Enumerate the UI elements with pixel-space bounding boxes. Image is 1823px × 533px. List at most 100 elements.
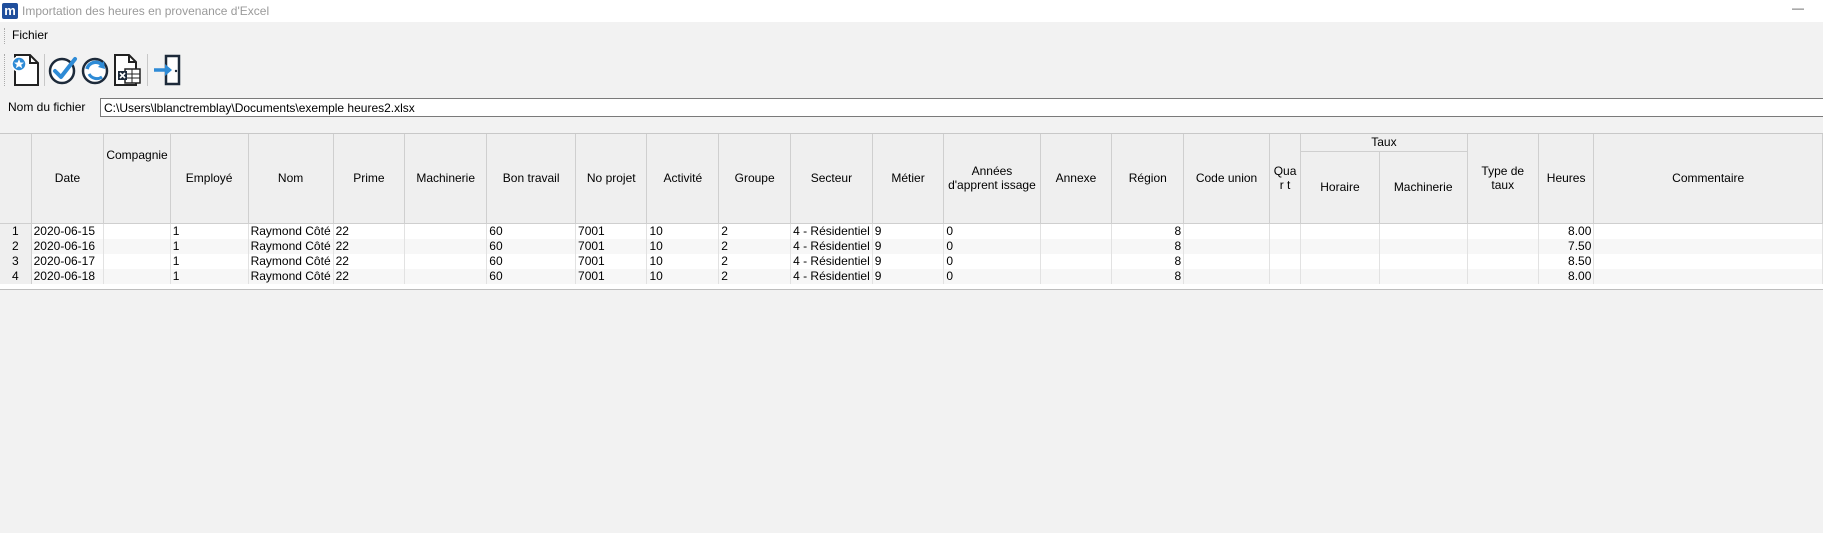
cell-compagnie[interactable] — [103, 238, 171, 254]
cell-prime[interactable]: 22 — [333, 238, 406, 254]
cell-code-union[interactable] — [1183, 268, 1270, 284]
cell-taux-machinerie[interactable] — [1379, 238, 1468, 254]
cell-annexe[interactable] — [1040, 238, 1113, 254]
minimize-button[interactable]: — — [1783, 1, 1813, 19]
col-commentaire[interactable]: Commentaire — [1593, 134, 1823, 224]
cell-nom[interactable]: Raymond Côté — [248, 223, 334, 239]
cell-heures[interactable]: 7.50 — [1538, 238, 1595, 254]
col-machinerie[interactable]: Machinerie — [404, 134, 488, 224]
col-annexe[interactable]: Annexe — [1040, 134, 1113, 224]
row-number[interactable]: 4 — [0, 268, 32, 284]
cell-machinerie[interactable] — [404, 238, 488, 254]
cell-machinerie[interactable] — [404, 268, 488, 284]
cell-machinerie[interactable] — [404, 253, 488, 269]
row-number[interactable]: 2 — [0, 238, 32, 254]
col-quart[interactable]: Quar t — [1269, 134, 1302, 224]
col-metier[interactable]: Métier — [872, 134, 945, 224]
cell-metier[interactable]: 9 — [872, 253, 945, 269]
cell-type-taux[interactable] — [1467, 253, 1539, 269]
cell-taux-horaire[interactable] — [1300, 253, 1380, 269]
cell-metier[interactable]: 9 — [872, 238, 945, 254]
cell-bon-travail[interactable]: 60 — [486, 223, 577, 239]
new-document-icon[interactable] — [10, 53, 42, 87]
cell-type-taux[interactable] — [1467, 223, 1539, 239]
cell-type-taux[interactable] — [1467, 268, 1539, 284]
cell-no-projet[interactable]: 7001 — [575, 223, 648, 239]
cell-employe[interactable]: 1 — [170, 253, 249, 269]
file-path-input[interactable] — [100, 98, 1823, 117]
col-annees-apprentissage[interactable]: Années d'apprent issage — [943, 134, 1041, 224]
cell-quart[interactable] — [1269, 238, 1302, 254]
cell-activite[interactable]: 10 — [646, 238, 720, 254]
cell-bon-travail[interactable]: 60 — [486, 238, 577, 254]
cell-commentaire[interactable] — [1593, 223, 1823, 239]
cell-compagnie[interactable] — [103, 253, 171, 269]
cell-region[interactable]: 8 — [1111, 238, 1185, 254]
table-row[interactable]: 2 2020-06-16 1 Raymond Côté 22 60 7001 10 2 4 - R… — [0, 238, 1823, 254]
cell-employe[interactable]: 1 — [170, 238, 249, 254]
cell-commentaire[interactable] — [1593, 268, 1823, 284]
cell-date[interactable]: 2020-06-18 — [31, 268, 105, 284]
col-code-union[interactable]: Code union — [1183, 134, 1270, 224]
cell-quart[interactable] — [1269, 253, 1302, 269]
cell-prime[interactable]: 22 — [333, 268, 406, 284]
cell-metier[interactable]: 9 — [872, 268, 945, 284]
menu-fichier[interactable]: Fichier — [12, 28, 48, 42]
cell-heures[interactable]: 8.00 — [1538, 268, 1595, 284]
table-row[interactable]: 3 2020-06-17 1 Raymond Côté 22 60 7001 10 2 4 - R… — [0, 253, 1823, 269]
cell-annexe[interactable] — [1040, 223, 1113, 239]
cell-groupe[interactable]: 2 — [718, 238, 792, 254]
cell-secteur[interactable]: 4 - Résidentiel — [790, 268, 873, 284]
cell-no-projet[interactable]: 7001 — [575, 268, 648, 284]
cell-metier[interactable]: 9 — [872, 223, 945, 239]
cell-taux-horaire[interactable] — [1300, 223, 1380, 239]
cell-region[interactable]: 8 — [1111, 268, 1185, 284]
cell-employe[interactable]: 1 — [170, 223, 249, 239]
col-groupe[interactable]: Groupe — [718, 134, 792, 224]
cell-annees[interactable]: 0 — [943, 268, 1041, 284]
cell-nom[interactable]: Raymond Côté — [248, 238, 334, 254]
cell-employe[interactable]: 1 — [170, 268, 249, 284]
cell-nom[interactable]: Raymond Côté — [248, 268, 334, 284]
cell-code-union[interactable] — [1183, 253, 1270, 269]
cell-secteur[interactable]: 4 - Résidentiel — [790, 253, 873, 269]
cell-annexe[interactable] — [1040, 253, 1113, 269]
col-bon-travail[interactable]: Bon travail — [486, 134, 577, 224]
cell-quart[interactable] — [1269, 268, 1302, 284]
col-heures[interactable]: Heures — [1538, 134, 1595, 224]
cell-nom[interactable]: Raymond Côté — [248, 253, 334, 269]
cell-date[interactable]: 2020-06-15 — [31, 223, 105, 239]
cell-groupe[interactable]: 2 — [718, 223, 792, 239]
col-prime[interactable]: Prime — [333, 134, 406, 224]
cell-groupe[interactable]: 2 — [718, 268, 792, 284]
cell-date[interactable]: 2020-06-16 — [31, 238, 105, 254]
col-no-projet[interactable]: No projet — [575, 134, 648, 224]
cell-region[interactable]: 8 — [1111, 253, 1185, 269]
col-taux-horaire[interactable]: Horaire — [1300, 151, 1380, 224]
cell-date[interactable]: 2020-06-17 — [31, 253, 105, 269]
cell-bon-travail[interactable]: 60 — [486, 268, 577, 284]
cell-heures[interactable]: 8.00 — [1538, 223, 1595, 239]
validate-check-icon[interactable] — [47, 53, 79, 87]
excel-file-icon[interactable] — [112, 53, 144, 87]
row-number[interactable]: 3 — [0, 253, 32, 269]
row-number[interactable]: 1 — [0, 223, 32, 239]
table-row[interactable]: 4 2020-06-18 1 Raymond Côté 22 60 7001 10 2 4 - R… — [0, 268, 1823, 284]
cell-heures[interactable]: 8.50 — [1538, 253, 1595, 269]
col-secteur[interactable]: Secteur — [790, 134, 873, 224]
cell-bon-travail[interactable]: 60 — [486, 253, 577, 269]
cell-code-union[interactable] — [1183, 223, 1270, 239]
cell-commentaire[interactable] — [1593, 253, 1823, 269]
cell-commentaire[interactable] — [1593, 238, 1823, 254]
cell-no-projet[interactable]: 7001 — [575, 238, 648, 254]
cell-no-projet[interactable]: 7001 — [575, 253, 648, 269]
col-activite[interactable]: Activité — [646, 134, 720, 224]
col-nom[interactable]: Nom — [248, 134, 334, 224]
refresh-icon[interactable] — [80, 53, 112, 87]
cell-prime[interactable]: 22 — [333, 223, 406, 239]
cell-taux-machinerie[interactable] — [1379, 268, 1468, 284]
cell-groupe[interactable]: 2 — [718, 253, 792, 269]
cell-region[interactable]: 8 — [1111, 223, 1185, 239]
col-region[interactable]: Région — [1111, 134, 1185, 224]
col-type-taux[interactable]: Type de taux — [1467, 134, 1539, 224]
